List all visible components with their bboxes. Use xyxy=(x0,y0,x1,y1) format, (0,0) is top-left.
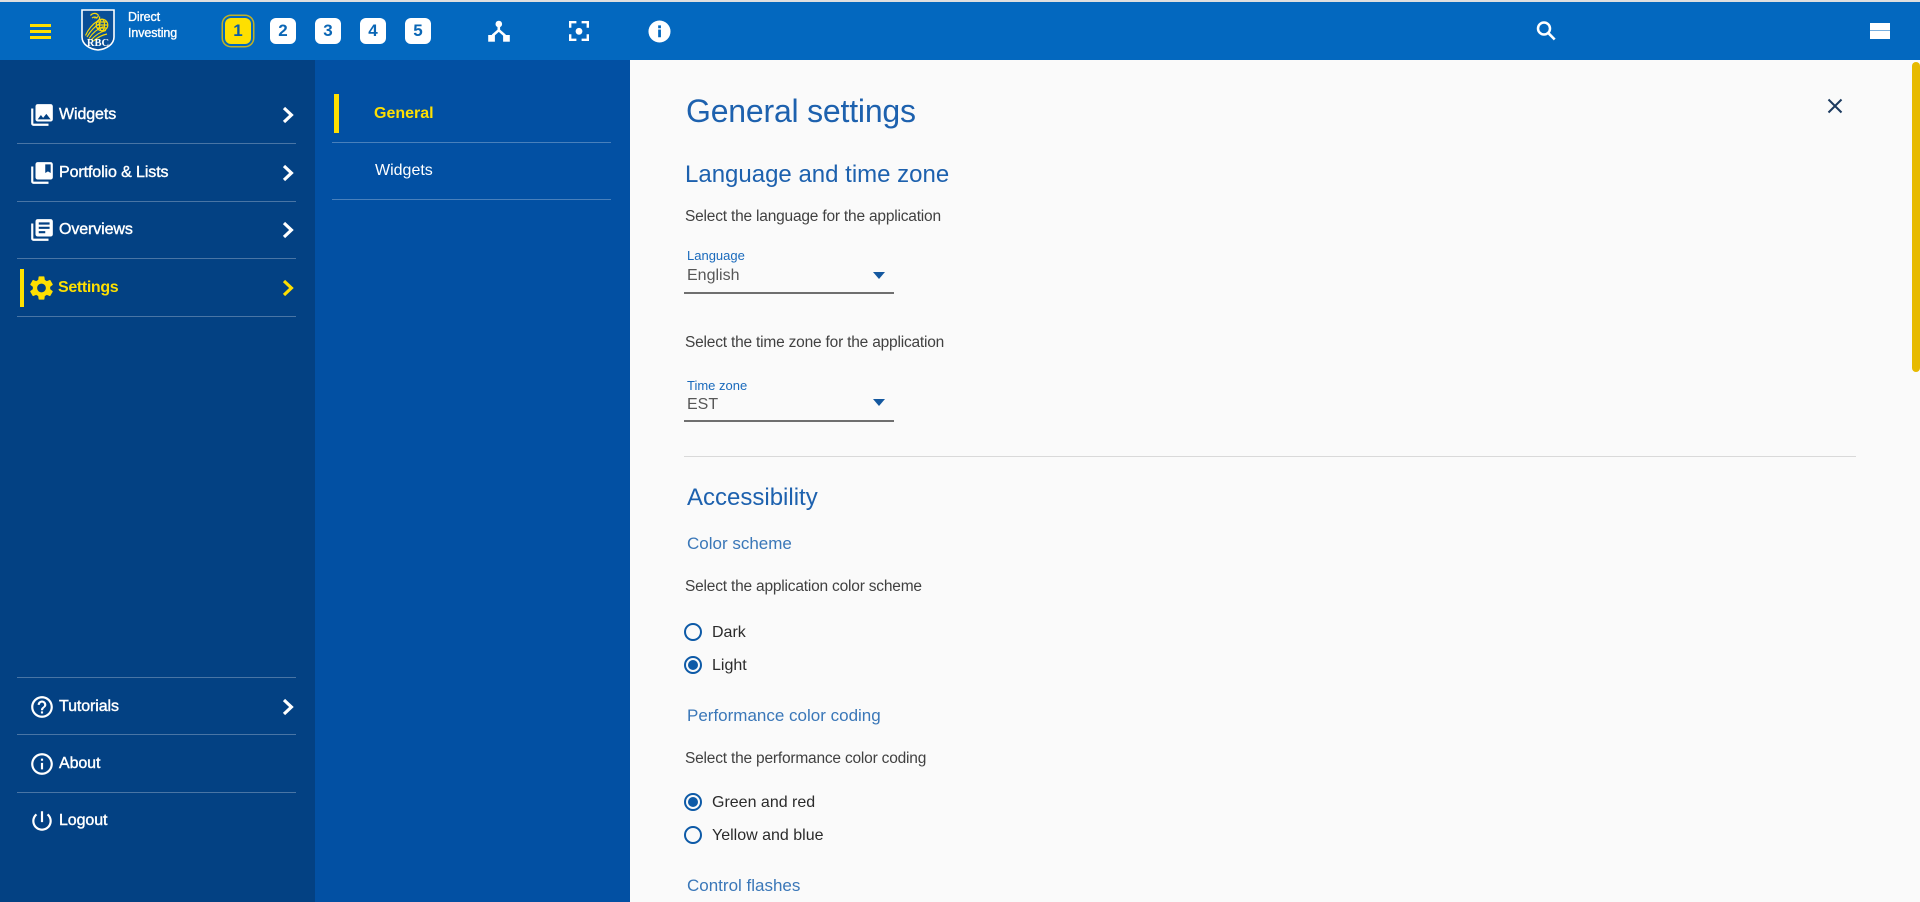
svg-text:RBC: RBC xyxy=(87,38,109,49)
